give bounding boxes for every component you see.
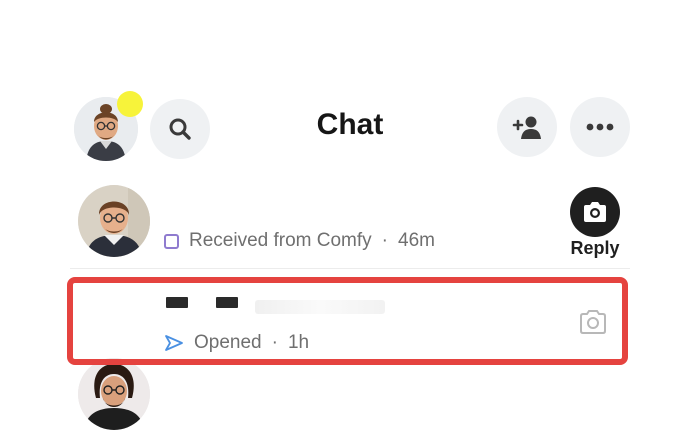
reply-camera-button[interactable] (570, 187, 620, 237)
add-friend-button[interactable] (497, 97, 557, 157)
search-button[interactable] (150, 99, 210, 159)
chat-status-line: Received from Comfy · 46m (164, 230, 435, 252)
status-text: Received from Comfy (189, 230, 372, 251)
page-title: Chat (316, 108, 384, 141)
highlight-box (67, 277, 628, 365)
divider (70, 268, 630, 269)
more-icon (586, 123, 614, 131)
add-friend-icon (512, 116, 541, 139)
reply-label[interactable]: Reply (559, 238, 631, 259)
bitmoji-avatar-icon (78, 185, 150, 257)
status-time: 46m (398, 230, 435, 251)
more-button[interactable] (570, 97, 630, 157)
chat-avatar[interactable] (78, 358, 150, 430)
status-separator: · (381, 230, 388, 251)
profile-avatar[interactable] (74, 91, 143, 161)
notification-dot (117, 91, 143, 117)
search-icon (169, 118, 191, 140)
received-square-icon (164, 233, 179, 249)
camera-icon (584, 202, 606, 222)
chat-avatar[interactable] (78, 185, 150, 257)
bitmoji-avatar-icon (78, 358, 150, 430)
